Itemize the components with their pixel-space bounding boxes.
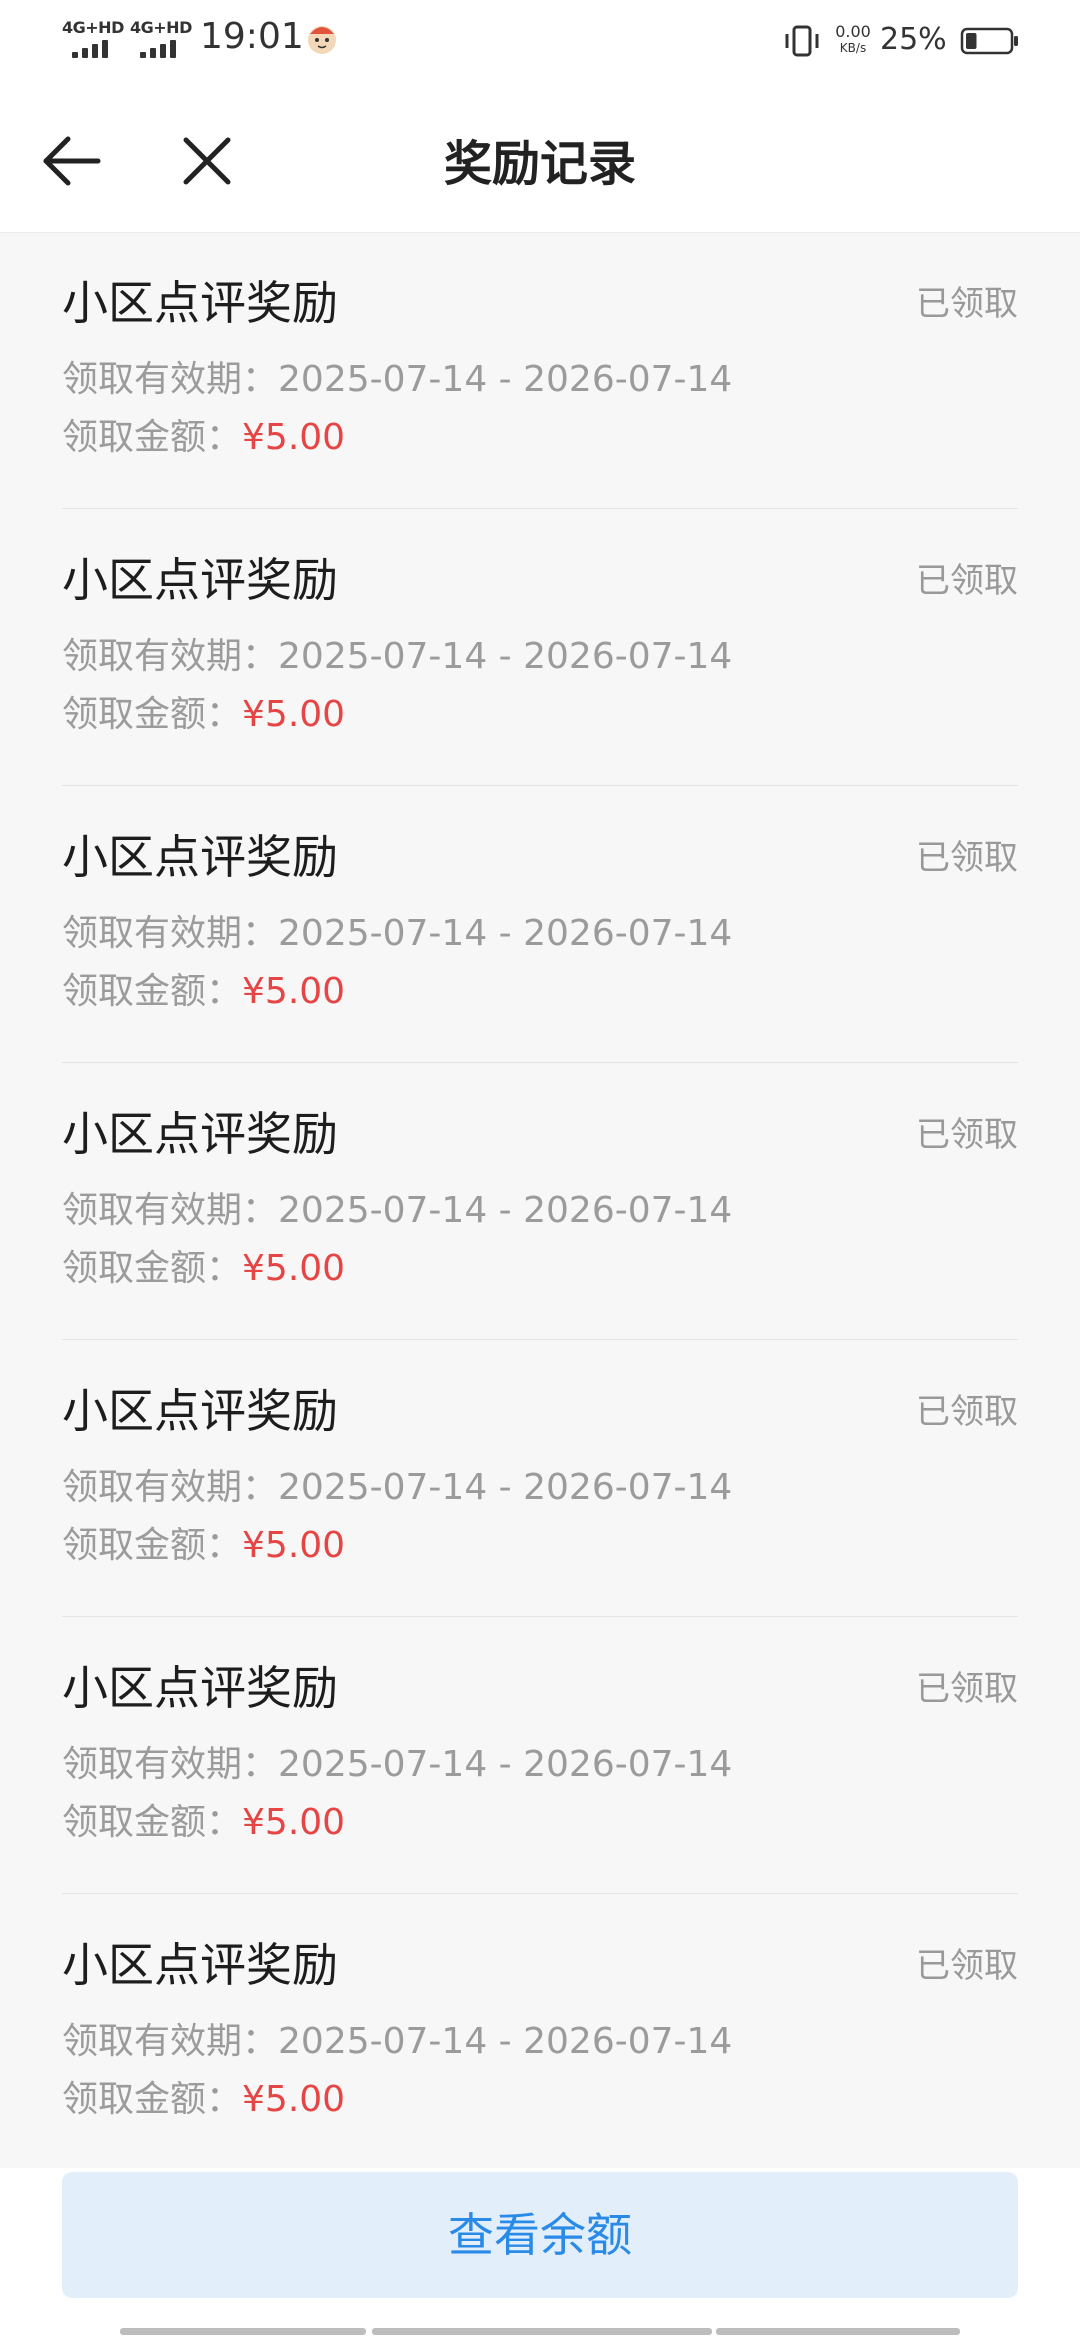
- record-status: 已领取: [916, 1669, 1018, 1709]
- signal-icon-2: 4G+HD: [130, 18, 196, 58]
- list-item[interactable]: 小区点评奖励 已领取 领取有效期：2025-07-14 - 2026-07-14…: [62, 509, 1018, 786]
- amount-label: 领取金额：: [62, 2079, 243, 2120]
- validity-label: 领取有效期：: [62, 913, 279, 954]
- list-item[interactable]: 小区点评奖励 已领取 领取有效期：2025-07-14 - 2026-07-14…: [62, 786, 1018, 1063]
- validity-value: 2025-07-14 - 2026-07-14: [278, 1744, 733, 1785]
- amount-label: 领取金额：: [62, 694, 243, 735]
- amount-value: ¥5.00: [242, 1802, 346, 1843]
- record-title: 小区点评奖励: [62, 1107, 338, 1161]
- record-validity: 领取有效期：2025-07-14 - 2026-07-14: [62, 1735, 732, 1787]
- record-validity: 领取有效期：2025-07-14 - 2026-07-14: [62, 1181, 732, 1233]
- validity-value: 2025-07-14 - 2026-07-14: [278, 2021, 733, 2062]
- amount-value: ¥5.00: [242, 1525, 346, 1566]
- record-amount: 领取金额：¥5.00: [62, 962, 345, 1014]
- signal-icon: 4G+HD: [62, 18, 128, 58]
- signal-label-1: 4G+HD: [62, 18, 124, 37]
- view-balance-button[interactable]: 查看余额: [62, 2172, 1018, 2298]
- signal-label-2: 4G+HD: [130, 18, 192, 37]
- record-validity: 领取有效期：2025-07-14 - 2026-07-14: [62, 350, 732, 402]
- record-status: 已领取: [916, 838, 1018, 878]
- record-title: 小区点评奖励: [62, 553, 338, 607]
- list-item[interactable]: 小区点评奖励 已领取 领取有效期：2025-07-14 - 2026-07-14…: [62, 1063, 1018, 1340]
- record-title: 小区点评奖励: [62, 1661, 338, 1715]
- record-validity: 领取有效期：2025-07-14 - 2026-07-14: [62, 1458, 732, 1510]
- record-amount: 领取金额：¥5.00: [62, 1239, 345, 1291]
- record-status: 已领取: [916, 561, 1018, 601]
- validity-label: 领取有效期：: [62, 636, 279, 677]
- reward-record-list: 小区点评奖励 已领取 领取有效期：2025-07-14 - 2026-07-14…: [0, 232, 1080, 2170]
- header: 奖励记录: [0, 86, 1080, 233]
- validity-label: 领取有效期：: [62, 1190, 279, 1231]
- record-title: 小区点评奖励: [62, 1384, 338, 1438]
- record-amount: 领取金额：¥5.00: [62, 2070, 345, 2122]
- amount-value: ¥5.00: [242, 2079, 346, 2120]
- amount-value: ¥5.00: [242, 1248, 346, 1289]
- amount-value: ¥5.00: [242, 971, 346, 1012]
- status-bar: 4G+HD 4G+HD 19:01 0.00 KB/s 25%: [0, 0, 1080, 86]
- amount-label: 领取金额：: [62, 417, 243, 458]
- record-validity: 领取有效期：2025-07-14 - 2026-07-14: [62, 904, 732, 956]
- net-speed-value: 0.00: [835, 22, 871, 41]
- validity-label: 领取有效期：: [62, 1744, 279, 1785]
- amount-label: 领取金额：: [62, 971, 243, 1012]
- record-title: 小区点评奖励: [62, 830, 338, 884]
- validity-value: 2025-07-14 - 2026-07-14: [278, 913, 733, 954]
- validity-value: 2025-07-14 - 2026-07-14: [278, 359, 733, 400]
- record-status: 已领取: [916, 284, 1018, 324]
- record-title: 小区点评奖励: [62, 1938, 338, 1992]
- record-validity: 领取有效期：2025-07-14 - 2026-07-14: [62, 2012, 732, 2064]
- amount-label: 领取金额：: [62, 1802, 243, 1843]
- list-item[interactable]: 小区点评奖励 已领取 领取有效期：2025-07-14 - 2026-07-14…: [62, 232, 1018, 509]
- mascot-icon: [308, 26, 336, 54]
- battery-percent: 25%: [880, 22, 947, 57]
- record-status: 已领取: [916, 1115, 1018, 1155]
- validity-label: 领取有效期：: [62, 1467, 279, 1508]
- bottom-bar: 查看余额: [0, 2168, 1080, 2340]
- validity-value: 2025-07-14 - 2026-07-14: [278, 1190, 733, 1231]
- validity-label: 领取有效期：: [62, 359, 279, 400]
- record-amount: 领取金额：¥5.00: [62, 1516, 345, 1568]
- net-speed-unit: KB/s: [839, 41, 867, 55]
- validity-label: 领取有效期：: [62, 2021, 279, 2062]
- page-title: 奖励记录: [443, 136, 636, 192]
- list-item[interactable]: 小区点评奖励 已领取 领取有效期：2025-07-14 - 2026-07-14…: [62, 1894, 1018, 2170]
- status-time: 19:01: [200, 16, 304, 57]
- record-amount: 领取金额：¥5.00: [62, 408, 345, 460]
- record-validity: 领取有效期：2025-07-14 - 2026-07-14: [62, 627, 732, 679]
- gesture-bar-center: [372, 2328, 712, 2335]
- vibrate-icon: [785, 25, 819, 57]
- amount-label: 领取金额：: [62, 1248, 243, 1289]
- record-amount: 领取金额：¥5.00: [62, 685, 345, 737]
- validity-value: 2025-07-14 - 2026-07-14: [278, 636, 733, 677]
- amount-value: ¥5.00: [242, 417, 346, 458]
- amount-value: ¥5.00: [242, 694, 346, 735]
- battery-icon: [960, 27, 1018, 55]
- net-speed: 0.00 KB/s: [830, 22, 876, 55]
- validity-value: 2025-07-14 - 2026-07-14: [278, 1467, 733, 1508]
- gesture-bar-left: [120, 2328, 366, 2335]
- record-status: 已领取: [916, 1946, 1018, 1986]
- record-title: 小区点评奖励: [62, 276, 338, 330]
- amount-label: 领取金额：: [62, 1525, 243, 1566]
- gesture-bar-right: [716, 2328, 960, 2335]
- record-status: 已领取: [916, 1392, 1018, 1432]
- record-amount: 领取金额：¥5.00: [62, 1793, 345, 1845]
- list-item[interactable]: 小区点评奖励 已领取 领取有效期：2025-07-14 - 2026-07-14…: [62, 1340, 1018, 1617]
- list-item[interactable]: 小区点评奖励 已领取 领取有效期：2025-07-14 - 2026-07-14…: [62, 1617, 1018, 1894]
